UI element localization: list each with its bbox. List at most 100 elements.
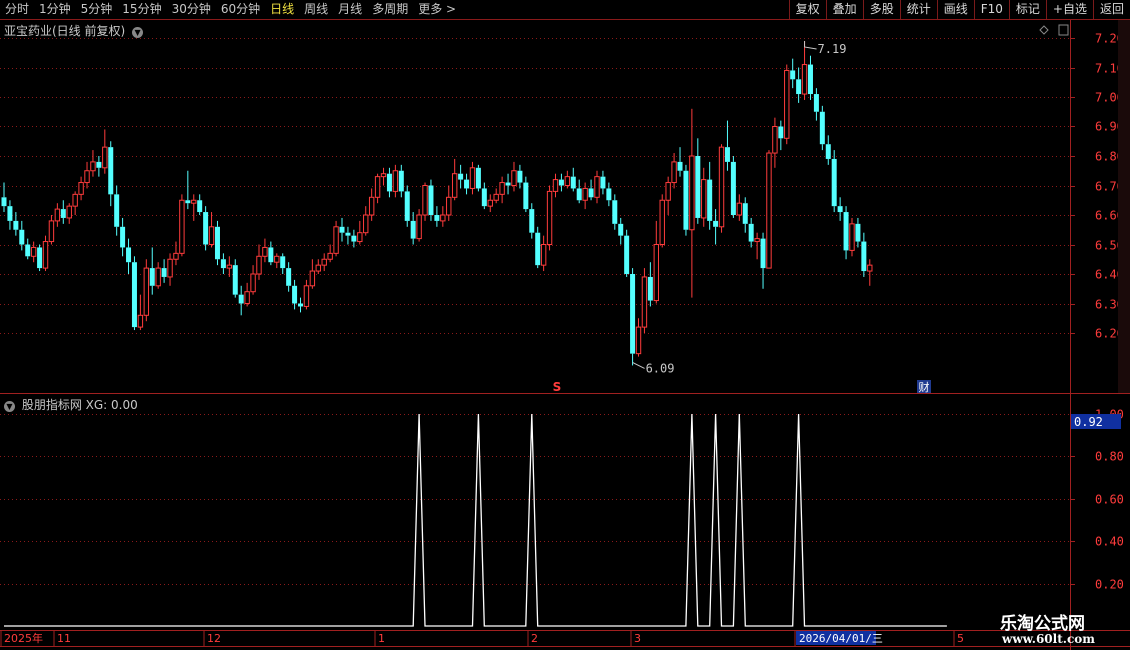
candle-body [837, 206, 843, 213]
candle-body [90, 161, 96, 172]
candle-body [374, 176, 381, 198]
candle-body [137, 314, 144, 328]
candle-body [120, 226, 126, 248]
candle-body [173, 252, 179, 260]
candle-body [422, 185, 428, 216]
panel-settings-icon [1058, 24, 1069, 36]
candle-body [280, 256, 286, 269]
kline-chart[interactable]: 7.207.107.006.906.806.706.606.506.406.30… [0, 0, 1130, 650]
candle-body [861, 241, 867, 272]
low-price-label: 6.09 [646, 361, 675, 375]
candle-body [784, 69, 790, 139]
candle-body [718, 146, 725, 228]
candle-body [689, 155, 695, 231]
side-strip [1118, 20, 1130, 393]
candle-body [796, 79, 802, 95]
candle-body [191, 199, 197, 204]
candle-body [309, 270, 316, 287]
candle-body [540, 244, 547, 266]
candle-body [262, 246, 268, 257]
candle-body [748, 223, 754, 242]
candle-body [849, 223, 855, 251]
candle-body [606, 188, 612, 201]
candle-body [108, 147, 114, 195]
candle-body [78, 182, 84, 195]
candle-body [54, 208, 61, 222]
timeline-label: 1 [378, 632, 385, 645]
candle-body [671, 161, 677, 184]
candle-body [790, 70, 796, 80]
timeline-label: 2025年 [4, 631, 43, 645]
candle-body [416, 214, 422, 240]
candle-body [588, 188, 594, 198]
candle-body [286, 268, 292, 286]
candle-body [618, 223, 624, 236]
candle-body [546, 190, 553, 245]
candle-body [268, 247, 274, 263]
candle-body [72, 193, 78, 207]
candle-body [167, 258, 173, 278]
finance-marker: 财 [919, 380, 930, 394]
candle-body [380, 173, 387, 178]
candle-body [179, 199, 185, 254]
candle-body [458, 173, 464, 180]
candle-body [197, 200, 203, 213]
candle-body [333, 226, 339, 254]
candle-body [7, 206, 13, 221]
candle-body [517, 170, 523, 183]
candle-body [244, 291, 250, 305]
candle-body [30, 246, 37, 257]
candle-body [232, 265, 238, 295]
candle-body [819, 111, 825, 145]
candle-body [37, 247, 43, 269]
indicator-tick-label: 0.80 [1095, 450, 1124, 464]
candle-body [1, 197, 7, 207]
candle-body [126, 247, 132, 263]
candle-body [155, 267, 161, 287]
candle-body [659, 199, 665, 245]
candle-body [25, 244, 31, 257]
candle-body [114, 194, 120, 227]
candle-body [161, 268, 167, 277]
candle-body [475, 167, 481, 189]
candle-body [96, 161, 102, 168]
timeline-label: 2 [531, 632, 538, 645]
candle-body [582, 187, 588, 201]
candle-body [855, 223, 861, 242]
candle-body [102, 146, 108, 169]
low-arrow [632, 362, 645, 369]
timeline-label: 3 [634, 632, 641, 645]
candle-body [339, 226, 345, 233]
candle-body [677, 161, 683, 171]
candle-body [707, 179, 713, 221]
candle-body [813, 94, 819, 112]
candle-body [315, 264, 321, 272]
candle-body [683, 170, 689, 230]
candle-body [434, 215, 440, 221]
candle-body [564, 176, 571, 186]
candle-body [772, 126, 778, 154]
candle-body [612, 200, 618, 224]
candle-body [226, 264, 233, 269]
candle-body [203, 212, 209, 245]
candle-body [149, 268, 155, 286]
diamond-icon [1039, 25, 1049, 35]
candle-body [440, 214, 446, 222]
timeline-label: 12 [207, 632, 221, 645]
candle-body [754, 238, 760, 243]
candle-body [641, 276, 648, 328]
candle-body [594, 176, 600, 198]
candle-body [84, 170, 90, 184]
candle-body [351, 235, 357, 242]
candle-body [493, 193, 499, 201]
timeline-label: 5 [957, 632, 964, 645]
candle-body [66, 205, 72, 219]
candle-body [143, 267, 150, 316]
candle-body [404, 191, 410, 221]
indicator-tick-label: 0.20 [1095, 578, 1124, 592]
candle-body [760, 238, 766, 269]
candle-body [42, 241, 49, 269]
candle-body [653, 244, 659, 302]
candle-body [529, 209, 535, 233]
indicator-tick-label: 0.60 [1095, 493, 1124, 507]
